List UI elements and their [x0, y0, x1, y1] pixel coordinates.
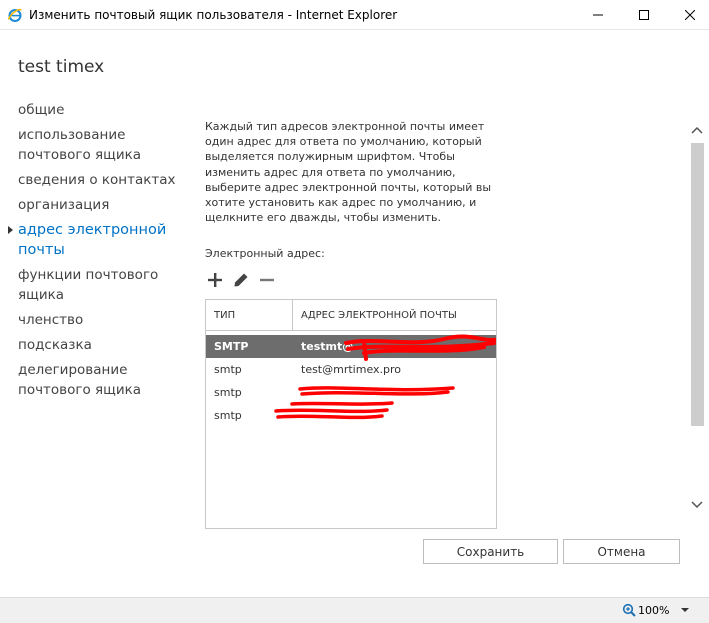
email-toolbar: [205, 270, 277, 290]
cell-type: SMTP: [214, 340, 249, 353]
table-row[interactable]: smtp: [206, 401, 496, 427]
nav-item-email-address[interactable]: адрес электронной почты: [8, 220, 178, 260]
cell-type: smtp: [214, 363, 242, 376]
redaction-scribble: [344, 334, 496, 361]
email-address-table: ТИП АДРЕС ЭЛЕКТРОННОЙ ПОЧТЫ SMTP testmt@…: [205, 299, 497, 529]
maximize-button[interactable]: [621, 0, 667, 30]
internet-explorer-icon: [7, 8, 22, 22]
title-bar: Изменить почтовый ящик пользователя - In…: [0, 0, 709, 30]
edit-button[interactable]: [231, 270, 251, 290]
status-bar: 100%: [0, 597, 709, 623]
save-button[interactable]: Сохранить: [423, 539, 558, 564]
nav-item-mailbox-features[interactable]: функции почтового ящика: [18, 265, 178, 305]
close-icon: [685, 10, 695, 20]
column-header-type[interactable]: ТИП: [206, 300, 293, 330]
minimize-icon: [593, 14, 603, 16]
cancel-button[interactable]: Отмена: [563, 539, 680, 564]
nav-item-label: адрес электронной почты: [18, 222, 167, 258]
nav-item-organization[interactable]: организация: [18, 195, 178, 215]
maximize-icon: [639, 10, 649, 20]
redaction-scribble: [274, 401, 394, 420]
sidebar-nav: общие использование почтового ящика свед…: [8, 100, 178, 405]
scroll-down-arrow-icon[interactable]: [690, 499, 704, 511]
zoom-dropdown-icon[interactable]: [681, 608, 689, 612]
cell-address: test@mrtimex.pro: [301, 363, 402, 376]
minus-icon: [260, 278, 274, 282]
pencil-icon: [234, 273, 248, 287]
minimize-button[interactable]: [575, 0, 621, 30]
table-row[interactable]: SMTP testmt@: [206, 334, 496, 361]
nav-item-membership[interactable]: членство: [18, 310, 178, 330]
window-title: Изменить почтовый ящик пользователя - In…: [29, 8, 398, 22]
zoom-level[interactable]: 100%: [638, 604, 669, 617]
close-button[interactable]: [667, 0, 709, 30]
table-header: ТИП АДРЕС ЭЛЕКТРОННОЙ ПОЧТЫ: [206, 300, 496, 331]
zoom-icon[interactable]: [622, 603, 636, 617]
description-text: Каждый тип адресов электронной почты име…: [205, 120, 492, 225]
column-header-address[interactable]: АДРЕС ЭЛЕКТРОННОЙ ПОЧТЫ: [293, 300, 496, 330]
plus-icon: [208, 273, 222, 287]
nav-item-mailbox-usage[interactable]: использование почтового ящика: [18, 125, 178, 165]
nav-item-general[interactable]: общие: [18, 100, 178, 120]
page-title: test timex: [18, 57, 105, 77]
email-address-label: Электронный адрес:: [205, 247, 325, 260]
active-arrow-icon: [8, 226, 13, 234]
nav-item-contact-info[interactable]: сведения о контактах: [18, 170, 178, 190]
nav-item-mailtip[interactable]: подсказка: [18, 335, 178, 355]
remove-button[interactable]: [257, 270, 277, 290]
nav-item-mailbox-delegation[interactable]: делегирование почтового ящика: [18, 360, 178, 400]
add-button[interactable]: [205, 270, 225, 290]
scroll-up-arrow-icon[interactable]: [690, 124, 704, 136]
table-row[interactable]: smtp test@mrtimex.pro: [206, 358, 496, 381]
scrollbar-thumb[interactable]: [691, 143, 704, 426]
